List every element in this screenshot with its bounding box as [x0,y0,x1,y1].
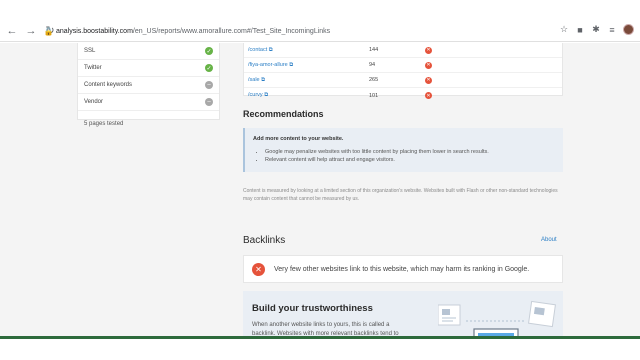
page-link[interactable]: /sale ⧉ [244,77,369,84]
check-row-content-keywords: Content keywords – [78,77,219,94]
check-icon: ✓ [205,47,213,55]
page-content: SSL ✓ Twitter ✓ Content keywords – Vendo… [0,43,640,336]
recommendation-box: Add more content to your website. Google… [243,128,563,172]
close-icon: ✕ [425,61,432,69]
link-table: /contact ⧉ 144 ✕ /fiya-amor-allure ⧉ 94 … [243,43,563,99]
neutral-dash-icon: – [205,98,213,106]
neutral-dash-icon: – [205,81,213,89]
backlinks-title: Backlinks [243,235,286,246]
close-icon: ✕ [425,76,432,84]
check-icon: ✓ [205,64,213,72]
page-link[interactable]: /contact ⧉ [244,47,369,54]
url-host: analysis.boostability.com [56,27,133,35]
bottom-letterbox [0,336,640,360]
link-count: 94 [369,62,376,68]
page-link-label: /fiya-amor-allure [248,61,288,68]
recommendation-heading: Add more content to your website. [253,136,344,142]
star-icon[interactable]: ☆ [559,24,569,35]
menu-icon[interactable]: ≡ [607,25,617,35]
extension-icon[interactable]: ■ [575,25,585,35]
table-row: /fiya-amor-allure ⧉ 94 ✕ [244,58,562,73]
check-label: Content keywords [84,82,133,88]
list-item: Relevant content will help attract and e… [265,156,489,164]
about-link[interactable]: About [541,237,557,243]
page-link-label: /curvy [248,92,263,98]
browser-toolbar: ← → ↻ 🔒 analysis.boostability.com/en_US/… [0,20,640,42]
table-row: /contact ⧉ 144 ✕ [244,43,562,58]
link-count: 265 [369,77,379,83]
check-label: Twitter [84,65,102,71]
url-text: analysis.boostability.com/en_US/reports/… [56,28,330,35]
close-icon: ✕ [425,46,432,54]
trust-text: When another website links to yours, thi… [252,322,399,336]
url-path: /en_US/reports/www.amorallure.com#/Test_… [132,27,331,35]
link-count: 101 [369,92,379,99]
taskbar-edge [0,336,640,339]
lock-icon[interactable]: 🔒 [44,27,54,36]
address-bar[interactable]: 🔒 analysis.boostability.com/en_US/report… [44,23,564,39]
close-icon: ✕ [252,262,265,276]
check-label: SSL [84,48,96,54]
check-row-ssl: SSL ✓ [78,43,219,60]
back-arrow-icon[interactable]: ← [5,24,19,38]
top-letterbox [0,0,640,20]
check-row-vendor: Vendor – [78,94,219,111]
recommendation-list: Google may penalize websites with too li… [265,148,489,164]
alert-text: Very few other websites link to this web… [274,265,530,273]
content-note: Content is measured by looking at a limi… [243,188,558,202]
external-link-icon: ⧉ [261,76,266,83]
page-link[interactable]: /curvy ⧉ [244,92,369,99]
external-link-icon: ⧉ [289,61,294,68]
puzzle-icon[interactable]: ✱ [591,24,601,35]
list-item: Google may penalize websites with too li… [265,148,489,156]
close-icon: ✕ [425,92,432,99]
forward-arrow-icon[interactable]: → [24,24,38,38]
check-label: Vendor [84,99,104,105]
check-row-twitter: Twitter ✓ [78,60,219,77]
backlinks-alert: ✕ Very few other websites link to this w… [243,255,563,283]
avatar[interactable] [623,24,634,35]
table-row: /curvy ⧉ 101 ✕ [244,88,562,103]
table-row: /sale ⧉ 265 ✕ [244,73,562,88]
external-link-icon: ⧉ [268,46,273,53]
external-link-icon: ⧉ [264,92,269,98]
trust-card: Build your trustworthiness When another … [243,291,563,336]
trust-title: Build your trustworthiness [252,303,373,314]
page-link[interactable]: /fiya-amor-allure ⧉ [244,62,369,69]
pages-tested: 5 pages tested [84,121,124,127]
page-link-label: /sale [248,76,260,83]
recommendations-title: Recommendations [243,109,324,119]
backlink-illustration [438,300,556,336]
page-link-label: /contact [248,46,268,53]
link-count: 144 [369,47,379,53]
checks-panel: SSL ✓ Twitter ✓ Content keywords – Vendo… [77,43,220,127]
